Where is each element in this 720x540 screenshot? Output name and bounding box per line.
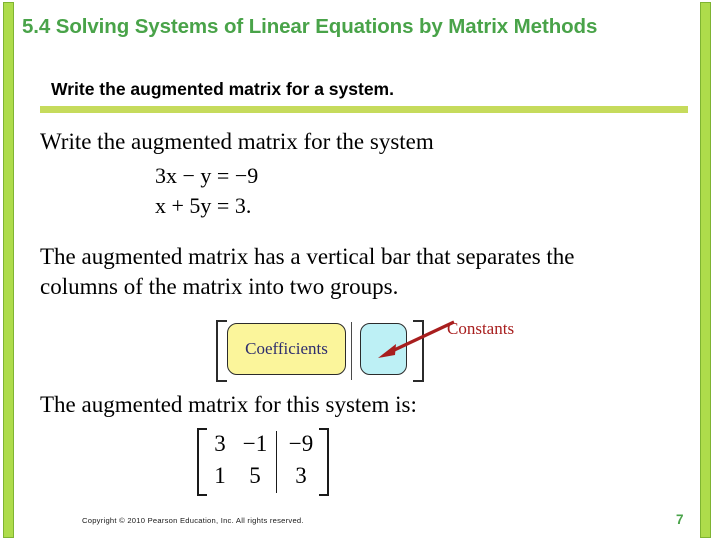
coefficients-box: Coefficients <box>227 323 346 375</box>
equation-1: 3x − y = −9 <box>155 163 258 189</box>
matrix-right-bracket <box>319 428 329 496</box>
final-augmented-matrix: 3 −1 −9 1 5 3 <box>197 428 329 496</box>
objective-heading: Write the augmented matrix for a system. <box>51 79 394 99</box>
coefficients-label: Coefficients <box>245 339 328 358</box>
matrix-cell: 5 <box>249 463 261 488</box>
explanation-line-2: columns of the matrix into two groups. <box>40 274 399 299</box>
equation-2-text: x + 5y = 3. <box>155 193 252 218</box>
equation-1-text: 3x − y = −9 <box>155 163 259 188</box>
slide-canvas: 5.4 Solving Systems of Linear Equations … <box>0 0 720 540</box>
matrix-cell: 1 <box>214 463 226 488</box>
objective-divider <box>40 106 688 113</box>
right-accent-bar <box>700 2 711 538</box>
page-number: 7 <box>676 512 684 527</box>
page-title: 5.4 Solving Systems of Linear Equations … <box>22 15 598 38</box>
schematic-left-bracket <box>216 320 227 382</box>
constants-label: Constants <box>447 319 515 338</box>
copyright-notice: Copyright © 2010 Pearson Education, Inc.… <box>82 516 304 525</box>
schematic-vertical-bar <box>351 322 352 380</box>
matrix-grid: 3 −1 −9 1 5 3 <box>207 428 319 496</box>
constants-arrow-icon <box>378 320 455 358</box>
intro-text: Write the augmented matrix for the syste… <box>40 129 434 154</box>
matrix-cell: −1 <box>242 431 268 456</box>
matrix-cell: 3 <box>295 463 307 488</box>
left-accent-bar <box>3 2 14 538</box>
equation-2: x + 5y = 3. <box>155 193 251 219</box>
explanation-line-1: The augmented matrix has a vertical bar … <box>40 244 575 269</box>
matrix-cell: −9 <box>288 431 314 456</box>
result-text: The augmented matrix for this system is: <box>40 392 417 417</box>
matrix-cell: 3 <box>214 431 226 456</box>
matrix-left-bracket <box>197 428 207 496</box>
